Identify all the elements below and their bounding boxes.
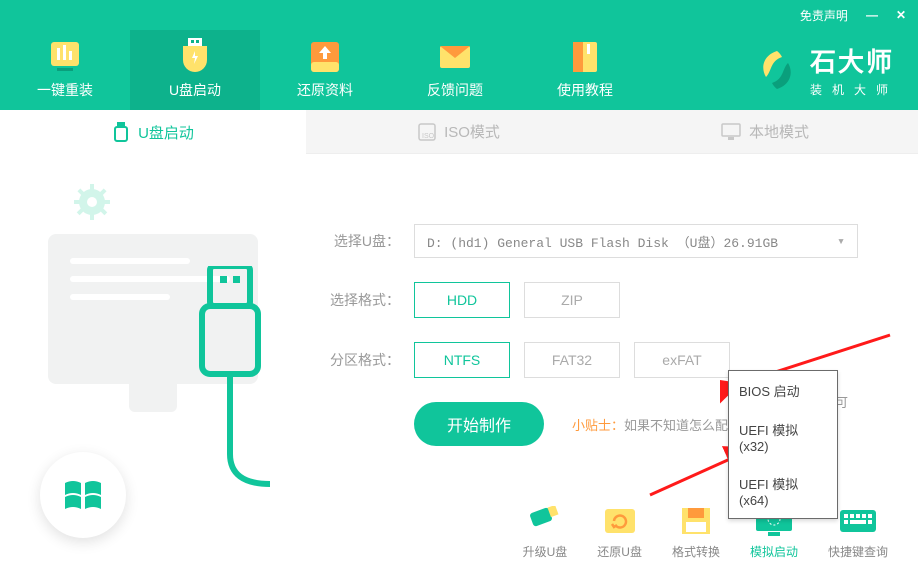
nav-label: 反馈问题 [427,80,483,100]
book-icon [565,40,605,74]
usb-icon [112,122,130,142]
usb-stick-icon [524,505,566,537]
title-bar: 免责声明 — ✕ [0,0,918,30]
partition-label: 分区格式： [320,350,400,370]
floppy-icon [675,505,717,537]
nav-label: 一键重装 [37,80,93,100]
nav-label: 还原资料 [297,80,353,100]
main-nav: 一键重装 U盘启动 还原资料 反馈问题 使用教程 石大师 装机大师 [0,30,918,110]
tab-usb-boot[interactable]: U盘启动 [0,110,306,154]
tip-text: 小贴士：如果不知道怎么配置 [572,415,741,434]
brand-logo-icon [754,47,800,93]
tool-label: 快捷键查询 [828,543,888,560]
start-create-button[interactable]: 开始制作 [414,402,544,446]
monitor-icon [721,123,741,141]
partition-option-fat32[interactable]: FAT32 [524,342,620,378]
nav-feedback[interactable]: 反馈问题 [390,30,520,110]
disk-select[interactable]: D: (hd1) General USB Flash Disk （U盘）26.9… [414,224,858,258]
tab-label: U盘启动 [138,122,194,143]
partition-option-ntfs[interactable]: NTFS [414,342,510,378]
windows-icon [61,473,105,517]
nav-usb-boot[interactable]: U盘启动 [130,30,260,110]
popup-bios-boot[interactable]: BIOS 启动 [729,371,837,410]
disclaimer-link[interactable]: 免责声明 [800,7,848,24]
tool-label: 格式转换 [672,543,720,560]
brand-subtitle: 装机大师 [810,81,898,98]
iso-icon: ISO [418,123,436,141]
sub-tabs: U盘启动 ISO ISO模式 本地模式 [0,110,918,154]
tool-label: 升级U盘 [523,543,568,560]
nav-tutorial[interactable]: 使用教程 [520,30,650,110]
keyboard-icon [837,505,879,537]
windows-badge [40,452,126,538]
restore-icon [599,505,641,537]
nav-one-click-reinstall[interactable]: 一键重装 [0,30,130,110]
format-label: 选择格式： [320,290,400,310]
tool-label: 模拟启动 [750,543,798,560]
brand-title: 石大师 [810,42,898,79]
nav-restore-data[interactable]: 还原资料 [260,30,390,110]
tool-upgrade-usb[interactable]: 升级U盘 [523,505,568,560]
tab-label: ISO模式 [444,121,500,142]
nav-label: U盘启动 [169,80,221,100]
usb-shield-icon [175,40,215,74]
brand-area: 石大师 装机大师 [754,30,918,110]
upload-box-icon [305,40,345,74]
minimize-button[interactable]: — [866,8,878,22]
svg-text:ISO: ISO [422,133,435,140]
tip-label: 小贴士： [572,418,624,433]
popup-uefi-x64[interactable]: UEFI 模拟(x64) [729,464,837,518]
bar-chart-icon [45,40,85,74]
disk-label: 选择U盘： [320,231,400,251]
tool-format-convert[interactable]: 格式转换 [672,505,720,560]
format-option-hdd[interactable]: HDD [414,282,510,318]
tab-label: 本地模式 [749,121,809,142]
simulate-boot-popup: BIOS 启动 UEFI 模拟(x32) UEFI 模拟(x64) [728,370,838,519]
chevron-down-icon: ▾ [837,234,845,249]
disk-value: D: (hd1) General USB Flash Disk （U盘）26.9… [427,232,778,251]
tool-label: 还原U盘 [597,543,642,560]
envelope-icon [435,40,475,74]
illustration [0,154,300,578]
tab-local-mode[interactable]: 本地模式 [612,110,918,154]
popup-uefi-x32[interactable]: UEFI 模拟(x32) [729,410,837,464]
format-option-zip[interactable]: ZIP [524,282,620,318]
close-button[interactable]: ✕ [896,8,906,22]
tool-restore-usb[interactable]: 还原U盘 [597,505,642,560]
partition-option-exfat[interactable]: exFAT [634,342,730,378]
gear-icon [72,182,112,222]
tab-iso-mode[interactable]: ISO ISO模式 [306,110,612,154]
nav-label: 使用教程 [557,80,613,100]
usb-plug-icon [190,266,270,501]
